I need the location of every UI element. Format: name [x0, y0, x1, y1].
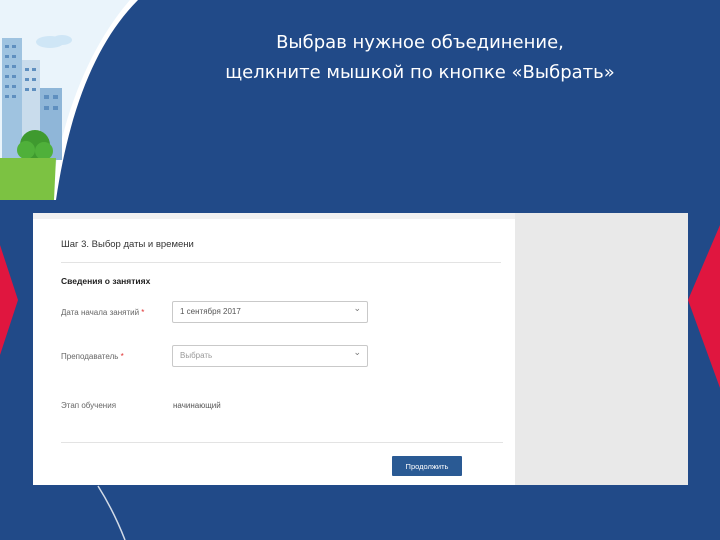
divider — [61, 262, 501, 263]
form-panel: Шаг 3. Выбор даты и времени Сведения о з… — [33, 219, 515, 485]
caption-line-1: Выбрав нужное объединение, — [276, 32, 564, 53]
section-title: Сведения о занятиях — [61, 276, 151, 286]
required-mark: * — [120, 352, 124, 361]
start-date-label: Дата начала занятий * — [61, 308, 144, 317]
start-date-select[interactable]: 1 сентября 2017 ⌄ — [172, 301, 368, 323]
start-date-value: 1 сентября 2017 — [180, 307, 241, 316]
caption-line-2: щелкните мышкой по кнопке «Выбрать» — [225, 62, 615, 83]
side-gray-area — [515, 213, 688, 485]
slide-caption: Выбрав нужное объединение, щелкните мышк… — [190, 28, 650, 88]
chevron-down-icon: ⌄ — [353, 304, 361, 314]
teacher-select[interactable]: Выбрать ⌄ — [172, 345, 368, 367]
chevron-down-icon: ⌄ — [353, 348, 361, 358]
slide: Выбрав нужное объединение, щелкните мышк… — [0, 0, 720, 540]
teacher-label: Преподаватель * — [61, 352, 124, 361]
divider — [61, 442, 503, 443]
teacher-value: Выбрать — [180, 351, 213, 360]
required-mark: * — [141, 308, 145, 317]
continue-button[interactable]: Продолжить — [392, 456, 462, 476]
status-value: начинающий — [173, 401, 221, 410]
start-date-label-text: Дата начала занятий — [61, 308, 140, 317]
step-title: Шаг 3. Выбор даты и времени — [61, 239, 194, 250]
status-label: Этап обучения — [61, 401, 117, 410]
teacher-label-text: Преподаватель — [61, 352, 119, 361]
embedded-screenshot: Шаг 3. Выбор даты и времени Сведения о з… — [33, 213, 688, 485]
